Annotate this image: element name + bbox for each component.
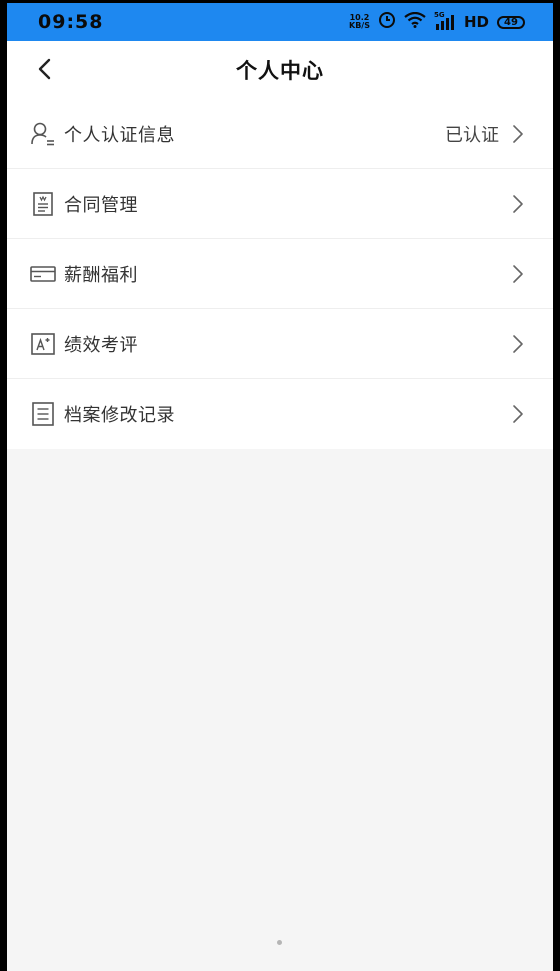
- menu-list: 个人认证信息 已认证 合同管理 薪酬福利 绩效考评 档案修改记录: [7, 99, 553, 449]
- battery-level: 49: [504, 16, 518, 28]
- menu-item-salary-benefits[interactable]: 薪酬福利: [7, 239, 553, 309]
- menu-item-performance-review[interactable]: 绩效考评: [7, 309, 553, 379]
- menu-item-label: 薪酬福利: [64, 264, 138, 286]
- menu-item-label: 绩效考评: [64, 334, 138, 356]
- chevron-right-icon: [511, 124, 525, 144]
- app-screen: 09:58 10.2 KB/S 5G HD 49 个人中心 个人认证信息 已认证…: [7, 3, 553, 971]
- signal-icon: 5G: [434, 11, 456, 30]
- grade-icon: [30, 331, 56, 357]
- menu-item-archive-change-log[interactable]: 档案修改记录: [7, 379, 553, 449]
- chevron-right-icon: [511, 404, 525, 424]
- chevron-left-icon: [38, 58, 51, 80]
- menu-item-contract-management[interactable]: 合同管理: [7, 169, 553, 239]
- menu-item-label: 档案修改记录: [64, 405, 175, 426]
- card-icon: [30, 261, 56, 287]
- contract-icon: [30, 191, 56, 217]
- menu-item-label: 合同管理: [64, 194, 138, 216]
- verification-status: 已认证: [445, 124, 499, 146]
- alarm-icon: [378, 11, 396, 33]
- menu-item-label: 个人认证信息: [64, 124, 175, 146]
- chevron-right-icon: [511, 334, 525, 354]
- status-bar: 09:58 10.2 KB/S 5G HD 49: [7, 3, 553, 41]
- status-icons: 10.2 KB/S 5G HD 49: [349, 11, 525, 33]
- chevron-right-icon: [511, 194, 525, 214]
- network-speed: 10.2 KB/S: [349, 14, 370, 30]
- hd-label: HD: [463, 13, 489, 31]
- network-speed-unit: KB/S: [349, 21, 370, 30]
- chevron-right-icon: [511, 264, 525, 284]
- battery-icon: 49: [497, 15, 525, 29]
- page-indicator-dot: [277, 940, 282, 945]
- status-time: 09:58: [38, 11, 104, 33]
- menu-item-identity-verification[interactable]: 个人认证信息 已认证: [7, 99, 553, 169]
- document-list-icon: [30, 401, 56, 427]
- user-id-icon: [30, 121, 56, 147]
- app-header: 个人中心: [7, 41, 553, 99]
- wifi-icon: [404, 11, 426, 32]
- page-title: 个人中心: [236, 59, 324, 83]
- back-button[interactable]: [29, 54, 59, 84]
